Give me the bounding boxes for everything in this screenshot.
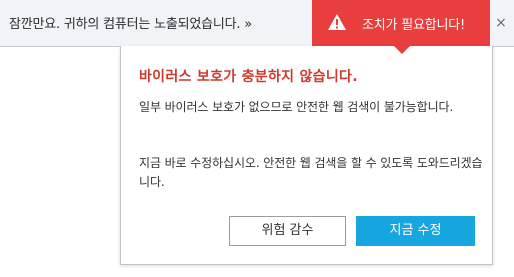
close-icon[interactable]: ×	[492, 14, 510, 32]
warning-panel: 바이러스 보호가 충분하지 않습니다. 일부 바이러스 보호가 없으므로 안전한…	[120, 46, 493, 265]
accept-risk-button[interactable]: 위험 감수	[229, 216, 346, 246]
panel-paragraph-1: 일부 바이러스 보호가 없으므로 안전한 웹 검색이 불가능합니다.	[139, 100, 454, 114]
panel-title: 바이러스 보호가 충분하지 않습니다.	[139, 69, 358, 85]
warning-icon	[328, 14, 346, 30]
panel-pointer	[394, 46, 410, 54]
notification-bar: 잠깐만요. 귀하의 컴퓨터는 노출되었습니다. » 조치가 필요합니다! ×	[0, 0, 514, 47]
notification-message[interactable]: 잠깐만요. 귀하의 컴퓨터는 노출되었습니다. »	[9, 13, 252, 32]
action-required-label: 조치가 필요합니다!	[362, 18, 466, 33]
fix-now-button[interactable]: 지금 수정	[356, 216, 475, 246]
panel-paragraph-2: 지금 바로 수정하십시오. 안전한 웹 검색을 할 수 있도록 도와드리겠습니다…	[139, 156, 483, 189]
action-required-button[interactable]: 조치가 필요합니다!	[312, 0, 490, 46]
